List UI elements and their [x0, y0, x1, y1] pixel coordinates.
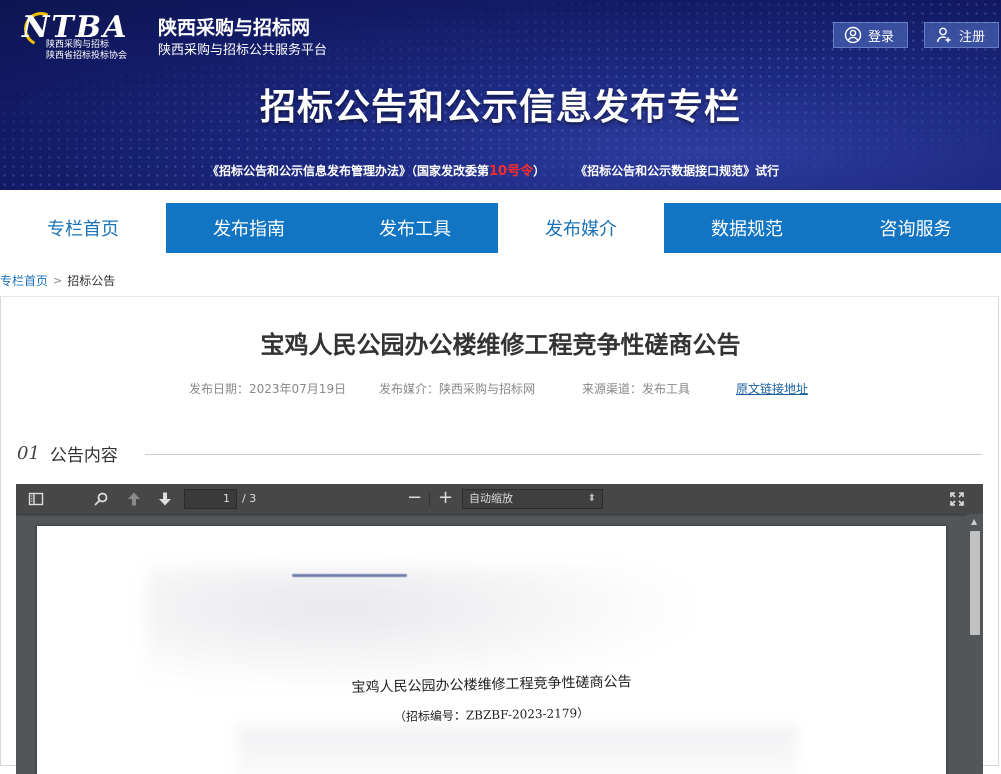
- publish-date: 发布日期：2023年07月19日: [189, 382, 347, 396]
- source-channel: 来源渠道：发布工具: [582, 382, 691, 396]
- original-link[interactable]: 原文链接地址: [736, 380, 808, 397]
- zoom-in-button[interactable]: +: [438, 488, 453, 508]
- section-divider: [145, 454, 982, 455]
- nav-item-home[interactable]: 专栏首页: [0, 203, 166, 253]
- chevron-right-icon: >: [53, 274, 63, 287]
- main-nav: 专栏首页 发布指南 发布工具 发布媒介 数据规范 咨询服务: [0, 203, 1001, 253]
- breadcrumb-current: 招标公告: [67, 274, 116, 288]
- banner-title: 招标公告和公示信息发布专栏: [259, 87, 741, 128]
- select-caret-icon: ⬍: [587, 493, 596, 504]
- zoom-separator: [429, 492, 430, 506]
- breadcrumb-home[interactable]: 专栏首页: [0, 272, 48, 289]
- nav-item-consulting[interactable]: 咨询服务: [830, 203, 1001, 253]
- previous-page-icon[interactable]: [126, 491, 142, 507]
- article-title: 宝鸡人民公园办公楼维修工程竞争性磋商公告: [260, 331, 741, 359]
- search-icon[interactable]: [93, 491, 109, 507]
- regulation-note-part1[interactable]: 《招标公告和公示信息发布管理办法》（国家发改委第: [207, 164, 489, 178]
- zoom-value: 自动缩放: [469, 492, 513, 505]
- logo-subtitle-2: 陕西省招标投标协会: [46, 51, 128, 61]
- sidebar-toggle-icon[interactable]: [28, 491, 44, 507]
- site-subtitle: 陕西采购与招标公共服务平台: [158, 43, 328, 58]
- regulation-note-number[interactable]: 10号令: [489, 164, 533, 179]
- site-logo[interactable]: NTBA 陕西采购与招标 陕西省招标投标协会: [19, 7, 150, 61]
- register-button[interactable]: 注册: [924, 22, 999, 48]
- fullscreen-icon[interactable]: [949, 491, 965, 507]
- nav-item-guide[interactable]: 发布指南: [166, 203, 332, 253]
- register-label: 注册: [959, 29, 986, 45]
- section-heading: 01 公告内容: [17, 441, 118, 466]
- pdf-scrollbar[interactable]: ▲: [967, 514, 983, 774]
- page-total: / 3: [242, 492, 257, 505]
- section-label: 公告内容: [49, 446, 118, 466]
- section-number: 01: [17, 443, 40, 464]
- publish-media: 发布媒介：陕西采购与招标网: [379, 382, 536, 396]
- header-banner: NTBA 陕西采购与招标 陕西省招标投标协会 陕西采购与招标网 陕西采购与招标公…: [0, 0, 1001, 190]
- spec-note[interactable]: 《招标公告和公示数据接口规范》试行: [575, 164, 779, 178]
- nav-item-data-spec[interactable]: 数据规范: [664, 203, 830, 253]
- site-name: 陕西采购与招标网: [158, 17, 311, 39]
- zoom-select[interactable]: 自动缩放 ⬍: [462, 489, 603, 509]
- pdf-toolbar: 1 / 3 − + 自动缩放 ⬍: [16, 484, 983, 514]
- scroll-thumb[interactable]: [970, 531, 980, 635]
- next-page-icon[interactable]: [157, 491, 173, 507]
- pdf-page: 宝鸡人民公园办公楼维修工程竞争性磋商公告 （招标编号：ZBZBF-2023-21…: [37, 526, 946, 774]
- user-add-icon: [936, 27, 951, 43]
- document-faded-text: [237, 726, 797, 774]
- banner-notes: 《招标公告和公示信息发布管理办法》（国家发改委第10号令） 《招标公告和公示数据接…: [207, 160, 779, 179]
- nav-item-tools[interactable]: 发布工具: [332, 203, 498, 253]
- nav-item-media[interactable]: 发布媒介: [498, 203, 664, 253]
- regulation-note-part2: ）: [533, 164, 546, 178]
- page-header-rule: [292, 574, 407, 577]
- login-button[interactable]: 登录: [833, 22, 908, 48]
- breadcrumb: 专栏首页 > 招标公告: [0, 272, 115, 289]
- page-number-input[interactable]: 1: [184, 489, 237, 509]
- content-panel: 宝鸡人民公园办公楼维修工程竞争性磋商公告 发布日期：2023年07月19日 发布…: [0, 296, 999, 774]
- login-label: 登录: [868, 29, 895, 45]
- pdf-viewer: 1 / 3 − + 自动缩放 ⬍ 宝鸡人民公园办公楼维修工程竞争性磋商公告 （招…: [16, 484, 983, 774]
- scroll-up-icon[interactable]: ▲: [971, 517, 977, 526]
- user-circle-icon: [844, 26, 862, 44]
- zoom-out-button[interactable]: −: [407, 488, 422, 508]
